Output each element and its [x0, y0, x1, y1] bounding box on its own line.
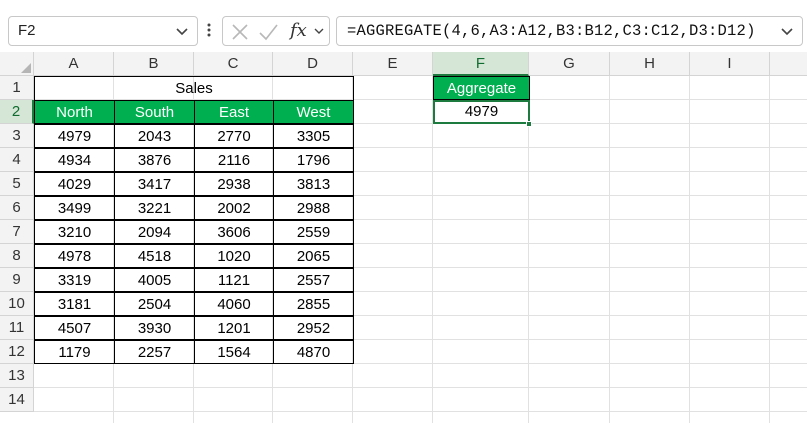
- table-cell[interactable]: 4029: [34, 172, 115, 196]
- table-cell[interactable]: 1201: [194, 316, 274, 340]
- select-all-button[interactable]: [0, 52, 34, 76]
- row-header-11[interactable]: 11: [0, 316, 34, 340]
- chevron-down-icon[interactable]: [312, 24, 326, 38]
- table-cell[interactable]: 2988: [273, 196, 354, 220]
- row-header-6[interactable]: 6: [0, 196, 34, 220]
- row-header-12[interactable]: 12: [0, 340, 34, 364]
- gridline: [769, 76, 770, 423]
- row-header-13[interactable]: 13: [0, 364, 34, 388]
- table-cell[interactable]: 3813: [273, 172, 354, 196]
- table-cell[interactable]: 3210: [34, 220, 115, 244]
- column-header-c[interactable]: C: [194, 52, 273, 76]
- formula-buttons: fx: [222, 16, 330, 46]
- aggregate-value-cell[interactable]: 4979: [433, 100, 530, 124]
- table-header-south[interactable]: South: [114, 100, 195, 124]
- fill-handle[interactable]: [526, 121, 532, 127]
- row-header-2[interactable]: 2: [0, 100, 34, 124]
- table-cell[interactable]: 1564: [194, 340, 274, 364]
- gridline: [689, 76, 690, 423]
- column-header-g[interactable]: G: [529, 52, 610, 76]
- table-cell[interactable]: 2257: [114, 340, 195, 364]
- table-cell[interactable]: 4060: [194, 292, 274, 316]
- table-cell[interactable]: 4507: [34, 316, 115, 340]
- table-cell[interactable]: 4518: [114, 244, 195, 268]
- row-header-14[interactable]: 14: [0, 388, 34, 412]
- table-cell[interactable]: 2002: [194, 196, 274, 220]
- worksheet-grid[interactable]: ABCDEFGHI 1 2 3 4 5 6 7 8 9 10 11 12 13 14 Sales North…: [0, 52, 807, 423]
- gridline: [432, 76, 433, 423]
- cancel-icon[interactable]: [229, 21, 251, 43]
- row-header-3[interactable]: 3: [0, 124, 34, 148]
- table-cell[interactable]: 2504: [114, 292, 195, 316]
- row-header-8[interactable]: 8: [0, 244, 34, 268]
- table-cell[interactable]: 2559: [273, 220, 354, 244]
- row-header-1[interactable]: 1: [0, 76, 34, 100]
- gridline: [34, 387, 807, 388]
- table-cell[interactable]: 3876: [114, 148, 195, 172]
- column-header-e[interactable]: E: [353, 52, 433, 76]
- table-cell[interactable]: 4005: [114, 268, 195, 292]
- table-cell[interactable]: 3417: [114, 172, 195, 196]
- table-cell[interactable]: 2043: [114, 124, 195, 148]
- gridline: [609, 76, 610, 423]
- table-cell[interactable]: 2770: [194, 124, 274, 148]
- table-cell[interactable]: 1796: [273, 148, 354, 172]
- column-header-partial[interactable]: [770, 52, 807, 76]
- table-cell[interactable]: 1179: [34, 340, 115, 364]
- table-cell[interactable]: 2116: [194, 148, 274, 172]
- table-cell[interactable]: 4934: [34, 148, 115, 172]
- table-cell[interactable]: 4870: [273, 340, 354, 364]
- table-cell[interactable]: 2938: [194, 172, 274, 196]
- table-cell[interactable]: 3606: [194, 220, 274, 244]
- column-header-h[interactable]: H: [610, 52, 690, 76]
- table-cell[interactable]: 3221: [114, 196, 195, 220]
- table-cell[interactable]: 4978: [34, 244, 115, 268]
- table-cell[interactable]: 3305: [273, 124, 354, 148]
- formula-text: =AGGREGATE(4,6,A3:A12,B3:B12,C3:C12,D3:D…: [347, 22, 756, 40]
- table-cell[interactable]: 3181: [34, 292, 115, 316]
- sales-title-cell[interactable]: Sales: [34, 76, 354, 100]
- insert-function-button[interactable]: fx: [290, 20, 307, 41]
- name-box[interactable]: F2: [8, 16, 198, 46]
- gridline: [528, 76, 529, 423]
- table-cell[interactable]: 1121: [194, 268, 274, 292]
- table-cell[interactable]: 3319: [34, 268, 115, 292]
- table-cell[interactable]: 3930: [114, 316, 195, 340]
- name-box-value: F2: [18, 22, 36, 39]
- chevron-down-icon[interactable]: [778, 22, 796, 40]
- formula-input[interactable]: =AGGREGATE(4,6,A3:A12,B3:B12,C3:C12,D3:D…: [336, 16, 803, 46]
- column-header-b[interactable]: B: [114, 52, 194, 76]
- table-cell[interactable]: 2557: [273, 268, 354, 292]
- table-cell[interactable]: 1020: [194, 244, 274, 268]
- column-header-a[interactable]: A: [34, 52, 114, 76]
- row-header-5[interactable]: 5: [0, 172, 34, 196]
- table-cell[interactable]: 4979: [34, 124, 115, 148]
- more-options-icon[interactable]: [205, 20, 213, 40]
- formula-bar-area: F2 fx =AGGREGATE(4,6,A3:A12,B3:B12,C3:C1…: [0, 0, 807, 56]
- table-header-north[interactable]: North: [34, 100, 115, 124]
- table-header-east[interactable]: East: [194, 100, 274, 124]
- column-header-i[interactable]: I: [690, 52, 770, 76]
- table-header-west[interactable]: West: [273, 100, 354, 124]
- table-cell[interactable]: 2855: [273, 292, 354, 316]
- column-header-d[interactable]: D: [273, 52, 353, 76]
- table-cell[interactable]: 2065: [273, 244, 354, 268]
- table-cell[interactable]: 2952: [273, 316, 354, 340]
- enter-check-icon[interactable]: [257, 21, 279, 43]
- gridline: [34, 411, 807, 412]
- chevron-down-icon[interactable]: [173, 22, 191, 40]
- row-header-10[interactable]: 10: [0, 292, 34, 316]
- row-header-9[interactable]: 9: [0, 268, 34, 292]
- table-cell[interactable]: 2094: [114, 220, 195, 244]
- table-cell[interactable]: 3499: [34, 196, 115, 220]
- select-all-triangle-icon: [21, 63, 31, 73]
- row-header-7[interactable]: 7: [0, 220, 34, 244]
- aggregate-label-cell[interactable]: Aggregate: [433, 76, 530, 100]
- column-header-f[interactable]: F: [433, 52, 529, 76]
- row-header-4[interactable]: 4: [0, 148, 34, 172]
